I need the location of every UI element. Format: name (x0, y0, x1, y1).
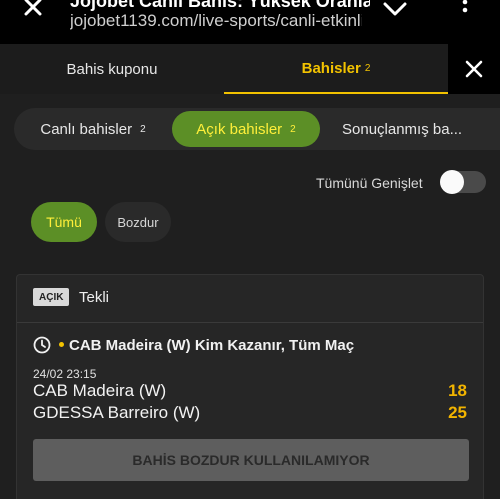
segment-label: Açık bahisler (196, 120, 283, 138)
close-panel-button[interactable] (448, 44, 500, 94)
divider (17, 322, 483, 323)
expand-all-label: Tümünü Genişlet (316, 175, 423, 191)
tab-count-badge: 2 (364, 62, 371, 74)
bet-status-segment: Canlı bahisler 2 Açık bahisler 2 Sonuçla… (14, 108, 500, 150)
chevron-down-icon[interactable] (382, 2, 408, 18)
cashout-button[interactable]: BAHİS BOZDUR KULLANILAMIYOR (33, 439, 469, 481)
tab-label: Bahisler (301, 59, 361, 77)
home-score: 18 (448, 381, 467, 400)
segment-sonuclanmis[interactable]: Sonuçlanmış ba... (326, 111, 500, 147)
match-datetime: 24/02 23:15 (33, 367, 97, 381)
segment-canli-bahisler[interactable]: Canlı bahisler 2 (18, 111, 168, 147)
close-icon[interactable] (22, 0, 48, 20)
segment-label: Sonuçlanmış ba... (342, 120, 463, 138)
bet-card[interactable]: AÇIK Tekli CAB Madeira (W) Kim Kazanır, … (16, 274, 484, 499)
filter-chip-all[interactable]: Tümü (31, 202, 97, 242)
bet-type: Tekli (79, 289, 110, 306)
url-text[interactable]: jojobet1139.com/live-sports/canli-etkinl… (70, 11, 362, 31)
segment-acik-bahisler[interactable]: Açık bahisler 2 (172, 111, 320, 147)
browser-bar: Jojobet Canlı Bahis: Yüksek Oranlar jojo… (0, 0, 500, 44)
status-badge: AÇIK (33, 288, 70, 306)
tab-bahis-kuponu[interactable]: Bahis kuponu (0, 44, 224, 94)
home-team: CAB Madeira (W) (33, 381, 167, 400)
live-dot (59, 342, 64, 347)
tab-bar: Bahis kuponu Bahisler 2 (0, 44, 500, 94)
segment-label: Canlı bahisler (40, 120, 133, 138)
filter-chip-cashout[interactable]: Bozdur (105, 202, 171, 242)
more-vertical-icon[interactable] (458, 0, 472, 20)
clock-icon (33, 336, 51, 354)
market-title: CAB Madeira (W) Kim Kazanır, Tüm Maç (69, 337, 355, 354)
toggle-knob (440, 170, 464, 194)
segment-count: 2 (140, 123, 146, 135)
close-icon (465, 60, 483, 78)
segment-count: 2 (290, 123, 296, 135)
expand-all-toggle[interactable] (440, 170, 486, 194)
tab-label: Bahis kuponu (66, 60, 158, 78)
away-score: 25 (448, 403, 467, 422)
away-team: GDESSA Barreiro (W) (33, 403, 201, 422)
tab-bahisler[interactable]: Bahisler 2 (224, 44, 448, 94)
